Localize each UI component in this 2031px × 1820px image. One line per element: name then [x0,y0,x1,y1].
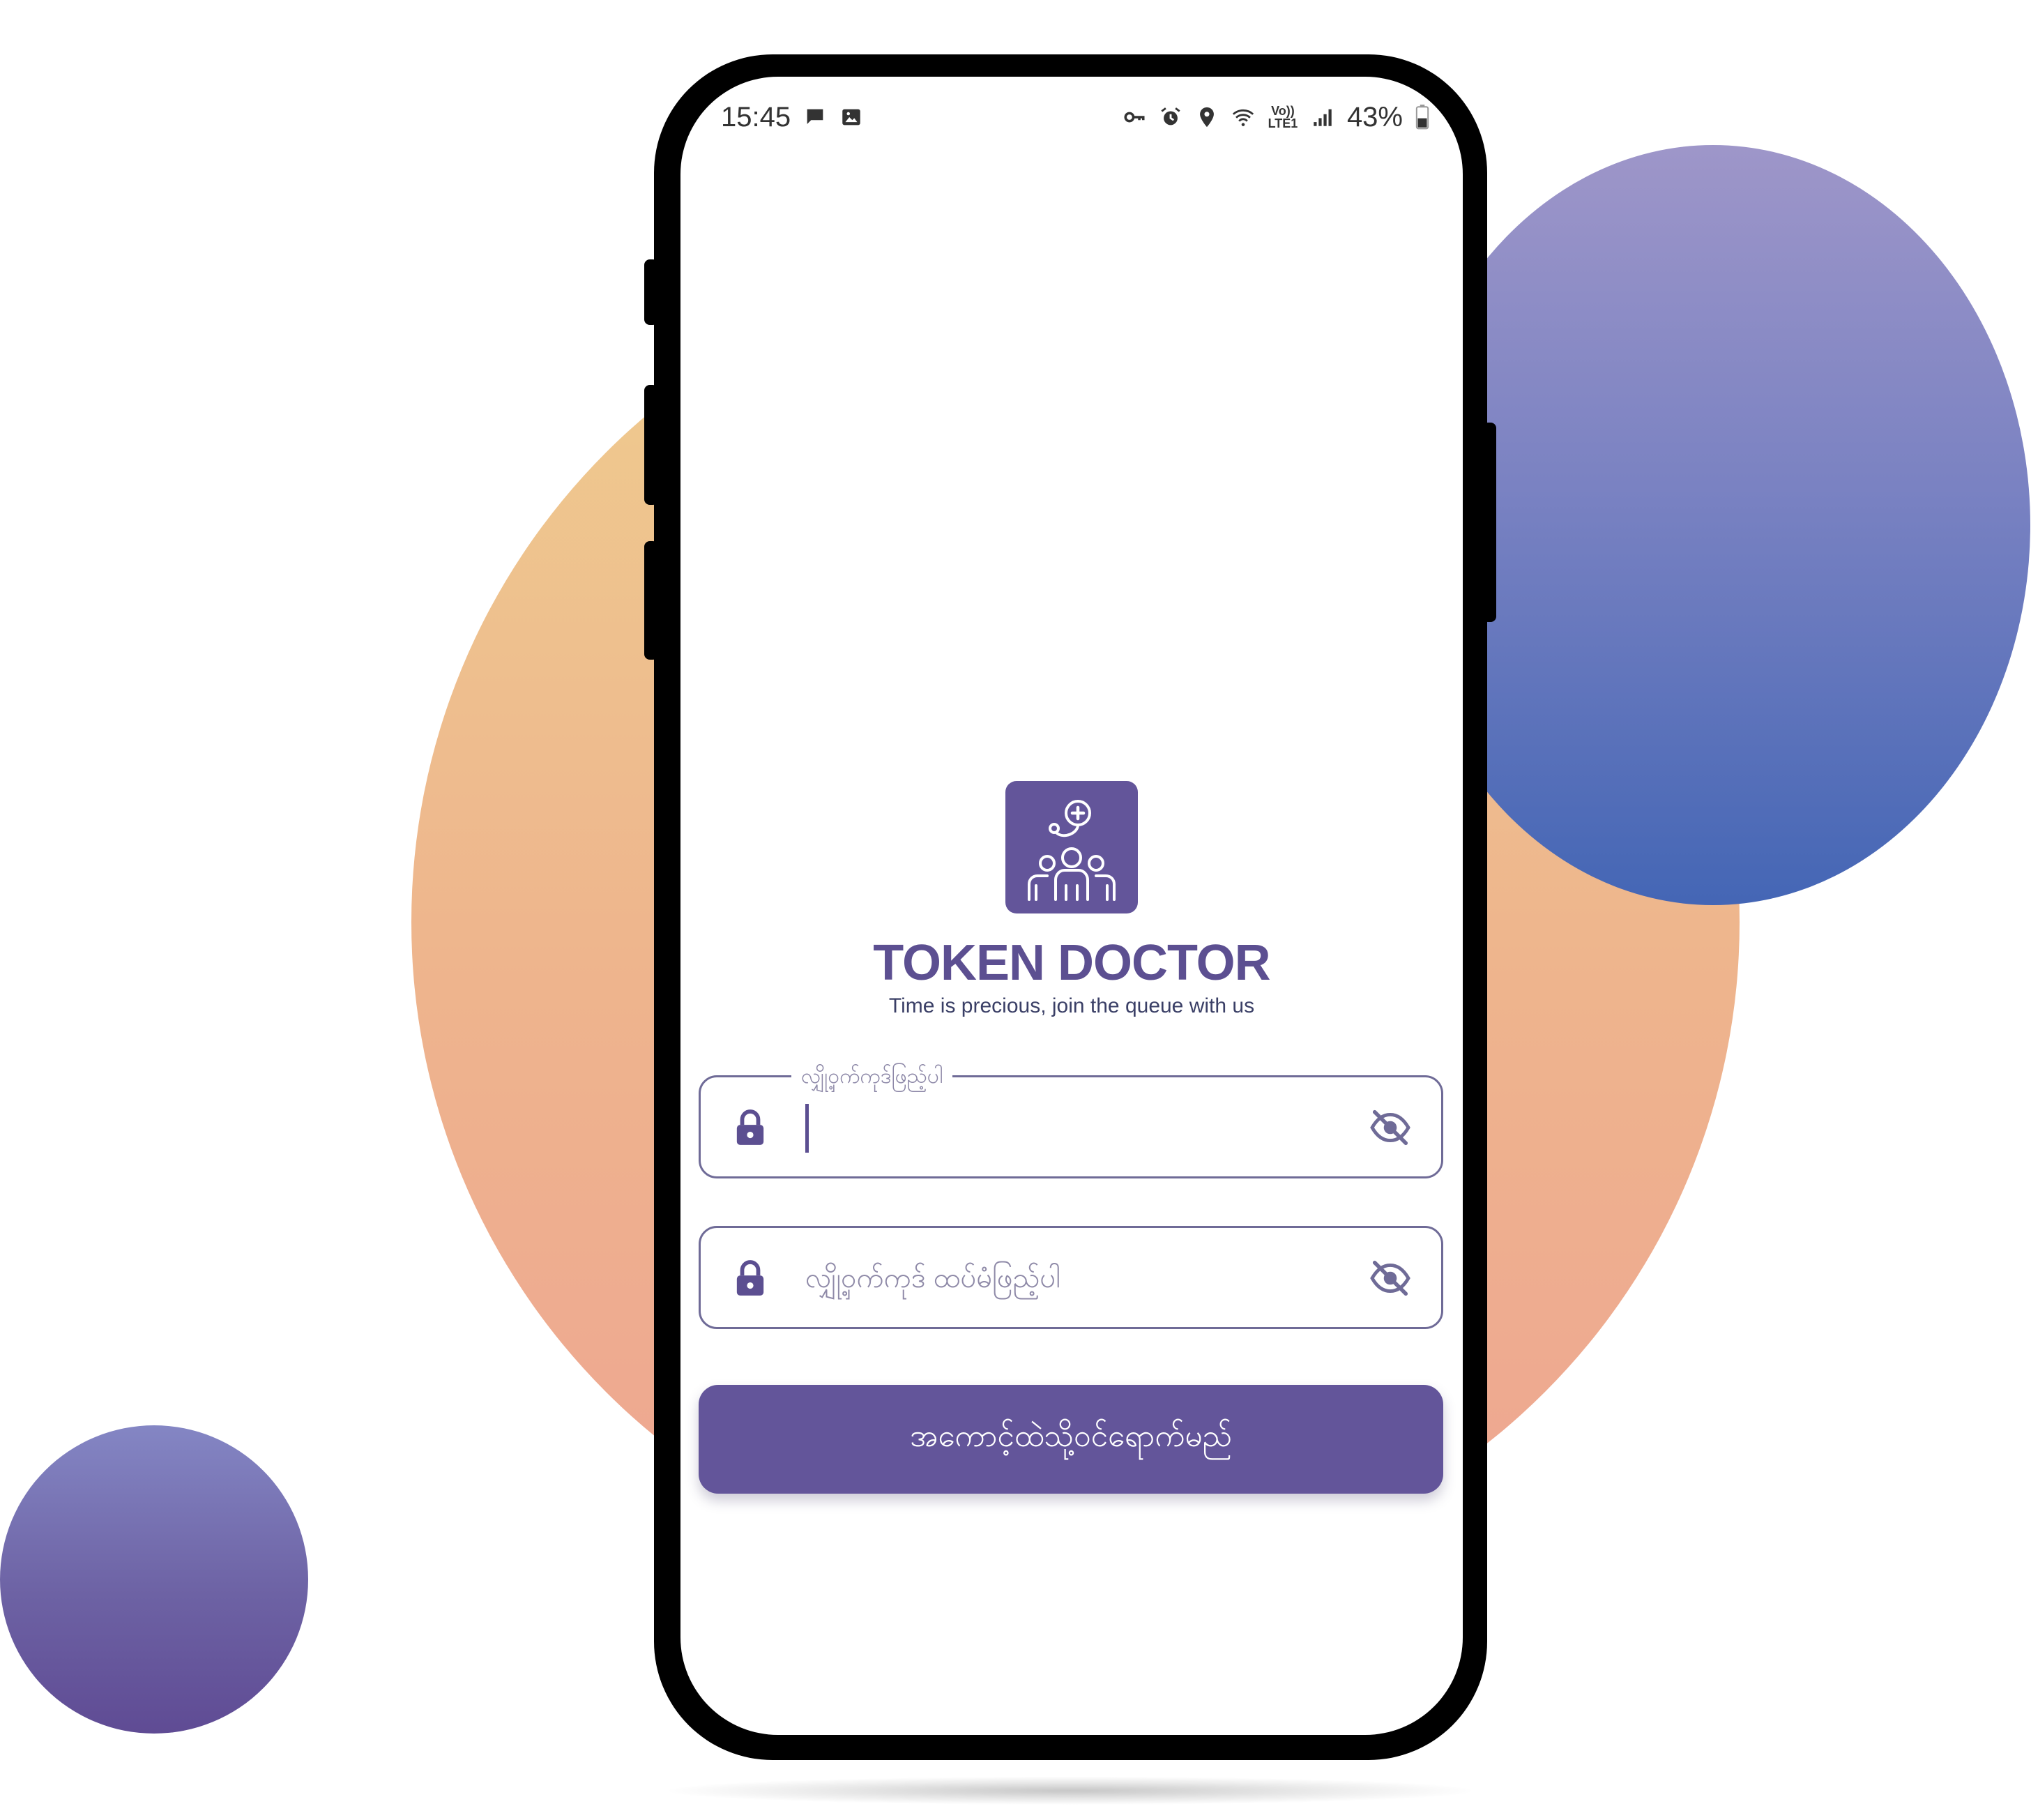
app-title: TOKEN DOCTOR [873,935,1270,991]
eye-off-icon[interactable] [1369,1260,1412,1296]
password-field[interactable]: လျှို့ဝှက်ကုဒ်ဖြည့်ပါ [699,1062,1443,1178]
battery-icon [1415,105,1429,130]
background-small-purple-circle [0,1425,308,1734]
doctor-stethoscope-people-icon [1028,800,1116,901]
wifi-icon [1232,109,1254,126]
signal-icon [1314,109,1332,126]
network-label: Vo)) LTE1 [1268,104,1298,130]
status-bar: 15:45 Vo)) LTE1 43% [721,96,1429,138]
phone-volume-button-top [644,259,658,325]
phone-shadow [669,1777,1471,1805]
lock-icon [736,1109,764,1145]
app-logo [1005,781,1138,913]
confirm-password-field[interactable]: လျှို့ဝှက်ကုဒ် ထပ်မံဖြည့်ပါ [699,1226,1443,1329]
eye-off-icon[interactable] [1369,1109,1412,1146]
status-time: 15:45 [721,101,791,132]
image-icon [842,109,860,126]
location-icon [1200,107,1214,128]
phone-volume-button-middle [644,385,658,505]
app-tagline: Time is precious, join the queue with us [888,994,1255,1017]
phone-power-button [1482,423,1496,622]
key-icon [1124,112,1145,123]
chat-bubble-icon [807,109,823,124]
phone-screen: 15:45 Vo)) LTE1 43% TOKEN DOCTOR Time is… [680,77,1463,1735]
text-caret [805,1104,809,1153]
battery-percent: 43% [1346,101,1403,132]
phone-volume-button-bottom [644,541,658,660]
alarm-icon [1161,107,1180,126]
password-field-label: လျှို့ဝှက်ကုဒ်ဖြည့်ပါ [791,1062,953,1093]
lock-icon [736,1260,764,1296]
login-button[interactable]: အကောင့်ထဲသို့ဝင်ရောက်မည် [699,1385,1443,1494]
login-button-label: အကောင့်ထဲသို့ဝင်ရောက်မည် [910,1419,1232,1453]
confirm-password-placeholder: လျှို့ဝှက်ကုဒ် ထပ်မံဖြည့်ပါ [805,1263,1061,1294]
